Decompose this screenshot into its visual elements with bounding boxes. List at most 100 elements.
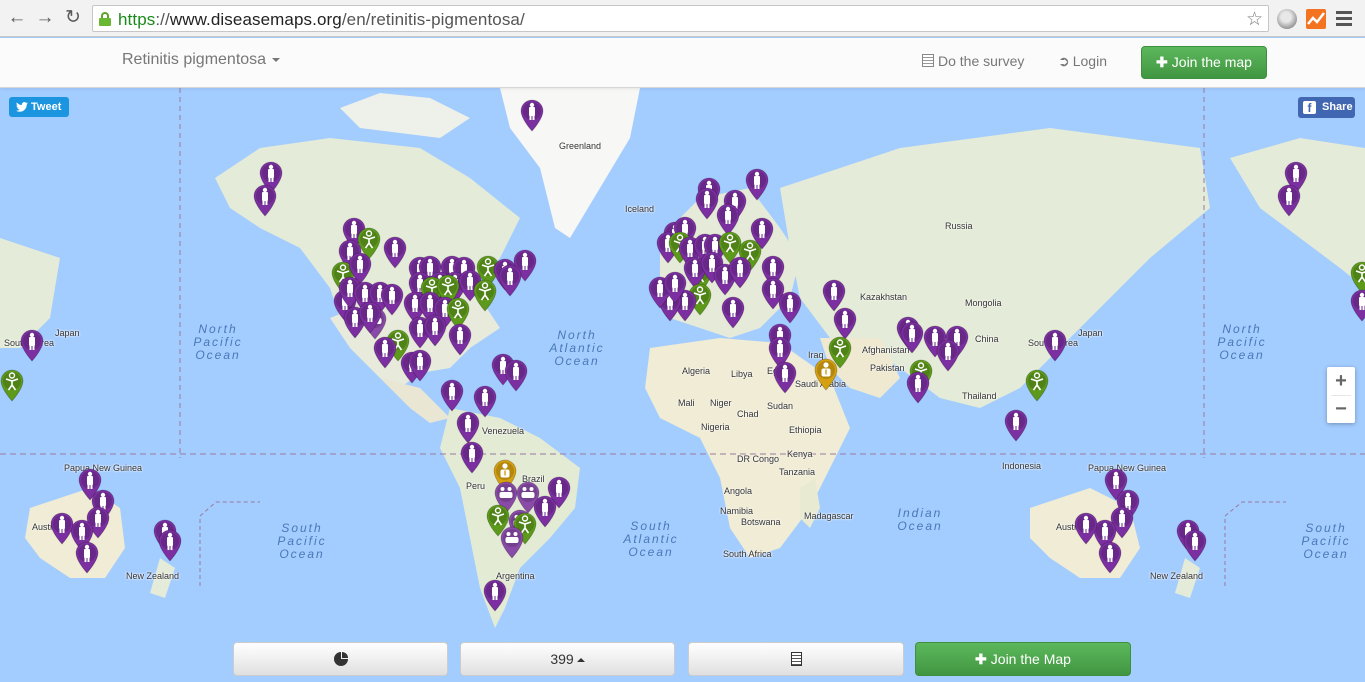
patient-marker[interactable] [382,235,408,269]
patient-marker[interactable] [720,295,746,329]
label-chad: Chad [737,409,759,419]
patient-icon [50,512,74,545]
member-count-button[interactable]: 399 [460,642,675,676]
patient-marker[interactable] [455,410,481,444]
patient-icon [1277,184,1301,217]
browser-toolbar: ← → ↻ https://www.diseasemaps.org/en/ret… [0,0,1365,37]
patient-marker[interactable] [1097,540,1123,574]
patient-marker[interactable] [1003,408,1029,442]
browser-menu-icon[interactable] [1336,11,1352,29]
doctor-marker[interactable] [813,357,839,391]
patient-icon [20,329,44,362]
patient-icon [663,271,687,304]
forward-button[interactable]: → [34,6,56,30]
patient-marker[interactable] [1349,288,1365,322]
child-marker[interactable] [1024,368,1050,402]
label-venezuela: Venezuela [482,426,525,436]
patient-marker[interactable] [407,348,433,382]
patient-marker[interactable] [74,540,100,574]
label-thailand: Thailand [962,391,997,401]
patient-marker[interactable] [727,255,753,289]
patient-marker[interactable] [497,263,523,297]
zoom-in-button[interactable]: + [1327,367,1355,395]
address-bar[interactable]: https://www.diseasemaps.org/en/retinitis… [92,5,1269,32]
patient-icon [936,339,960,372]
patient-marker[interactable] [49,511,75,545]
join-map-button[interactable]: ✚ Join the map [1141,46,1267,79]
label-namibia: Namibia [720,506,754,516]
tweet-button[interactable]: Tweet [9,97,69,117]
family-marker[interactable] [499,525,525,559]
label-kenya: Kenya [787,449,813,459]
patient-marker[interactable] [439,378,465,412]
patient-marker[interactable] [1042,328,1068,362]
patient-marker[interactable] [905,370,931,404]
patient-icon [75,541,99,574]
child-marker[interactable] [472,278,498,312]
plus-icon: ✚ [1156,54,1168,70]
patient-marker[interactable] [662,270,688,304]
patient-marker[interactable] [447,322,473,356]
login-link[interactable]: ➲ Login [1058,53,1107,70]
patient-icon [408,349,432,382]
zoom-out-button[interactable]: − [1327,395,1355,423]
label-china: China [975,334,999,344]
label-south-africa: South Africa [723,549,772,559]
list-view-button[interactable] [688,642,904,676]
site-header: Retinitis pigmentosa Do the survey ➲ Logi… [0,38,1365,88]
map-land [0,88,1365,628]
label-madagascar: Madagascar [804,511,854,521]
patient-marker[interactable] [422,313,448,347]
survey-link[interactable]: Do the survey [922,53,1024,69]
child-marker[interactable] [0,368,25,402]
join-the-map-bottom-button[interactable]: ✚ Join the Map [915,642,1131,676]
patient-marker[interactable] [772,360,798,394]
label-iceland: Iceland [625,204,655,214]
label-tanzania: Tanzania [779,467,816,477]
patient-icon [1004,409,1028,442]
patient-marker[interactable] [459,440,485,474]
extension-s-icon[interactable] [1277,9,1297,29]
url-text[interactable]: https://www.diseasemaps.org/en/retinitis… [118,10,525,30]
patient-icon [721,296,745,329]
map-zoom-control: + − [1327,367,1355,423]
back-button[interactable]: ← [6,6,28,30]
patient-icon [728,256,752,289]
patient-marker[interactable] [1182,528,1208,562]
patient-marker[interactable] [1276,183,1302,217]
patient-marker[interactable] [482,578,508,612]
patient-icon [1183,529,1207,562]
patient-marker[interactable] [777,290,803,324]
patient-icon [1350,289,1365,322]
facebook-share-button[interactable]: f Share [1298,97,1355,118]
world-map[interactable]: Greenland Iceland Russia Kazakhstan Mong… [0,88,1365,682]
patient-marker[interactable] [1073,511,1099,545]
child-icon [0,369,24,402]
label-new-zealand-left: New Zealand [126,571,180,581]
statistics-button[interactable] [233,642,448,676]
disease-selector[interactable]: Retinitis pigmentosa [122,51,281,69]
caret-up-icon [576,658,585,663]
patient-icon [253,184,277,217]
patient-marker[interactable] [252,183,278,217]
patient-marker[interactable] [503,358,529,392]
patient-marker[interactable] [744,167,770,201]
patient-marker[interactable] [19,328,45,362]
patient-marker[interactable] [157,528,183,562]
patient-marker[interactable] [357,300,383,334]
ocean-north-pacific-left: North Pacific Ocean [193,322,243,362]
patient-marker[interactable] [935,338,961,372]
login-icon: ➲ [1058,53,1070,69]
bookmark-star-icon[interactable]: ☆ [1246,8,1263,31]
analytics-extension-icon[interactable] [1306,9,1326,29]
ocean-south-pacific-right: South Pacific Ocean [1301,521,1351,561]
label-greenland: Greenland [559,141,602,151]
reload-button[interactable]: ↻ [62,6,84,30]
patient-marker[interactable] [372,335,398,369]
pie-chart-icon [333,652,348,666]
patient-icon [498,264,522,297]
ocean-south-pacific-left: South Pacific Ocean [277,521,327,561]
label-libya: Libya [731,369,753,379]
patient-icon [456,411,480,444]
patient-marker[interactable] [519,98,545,132]
